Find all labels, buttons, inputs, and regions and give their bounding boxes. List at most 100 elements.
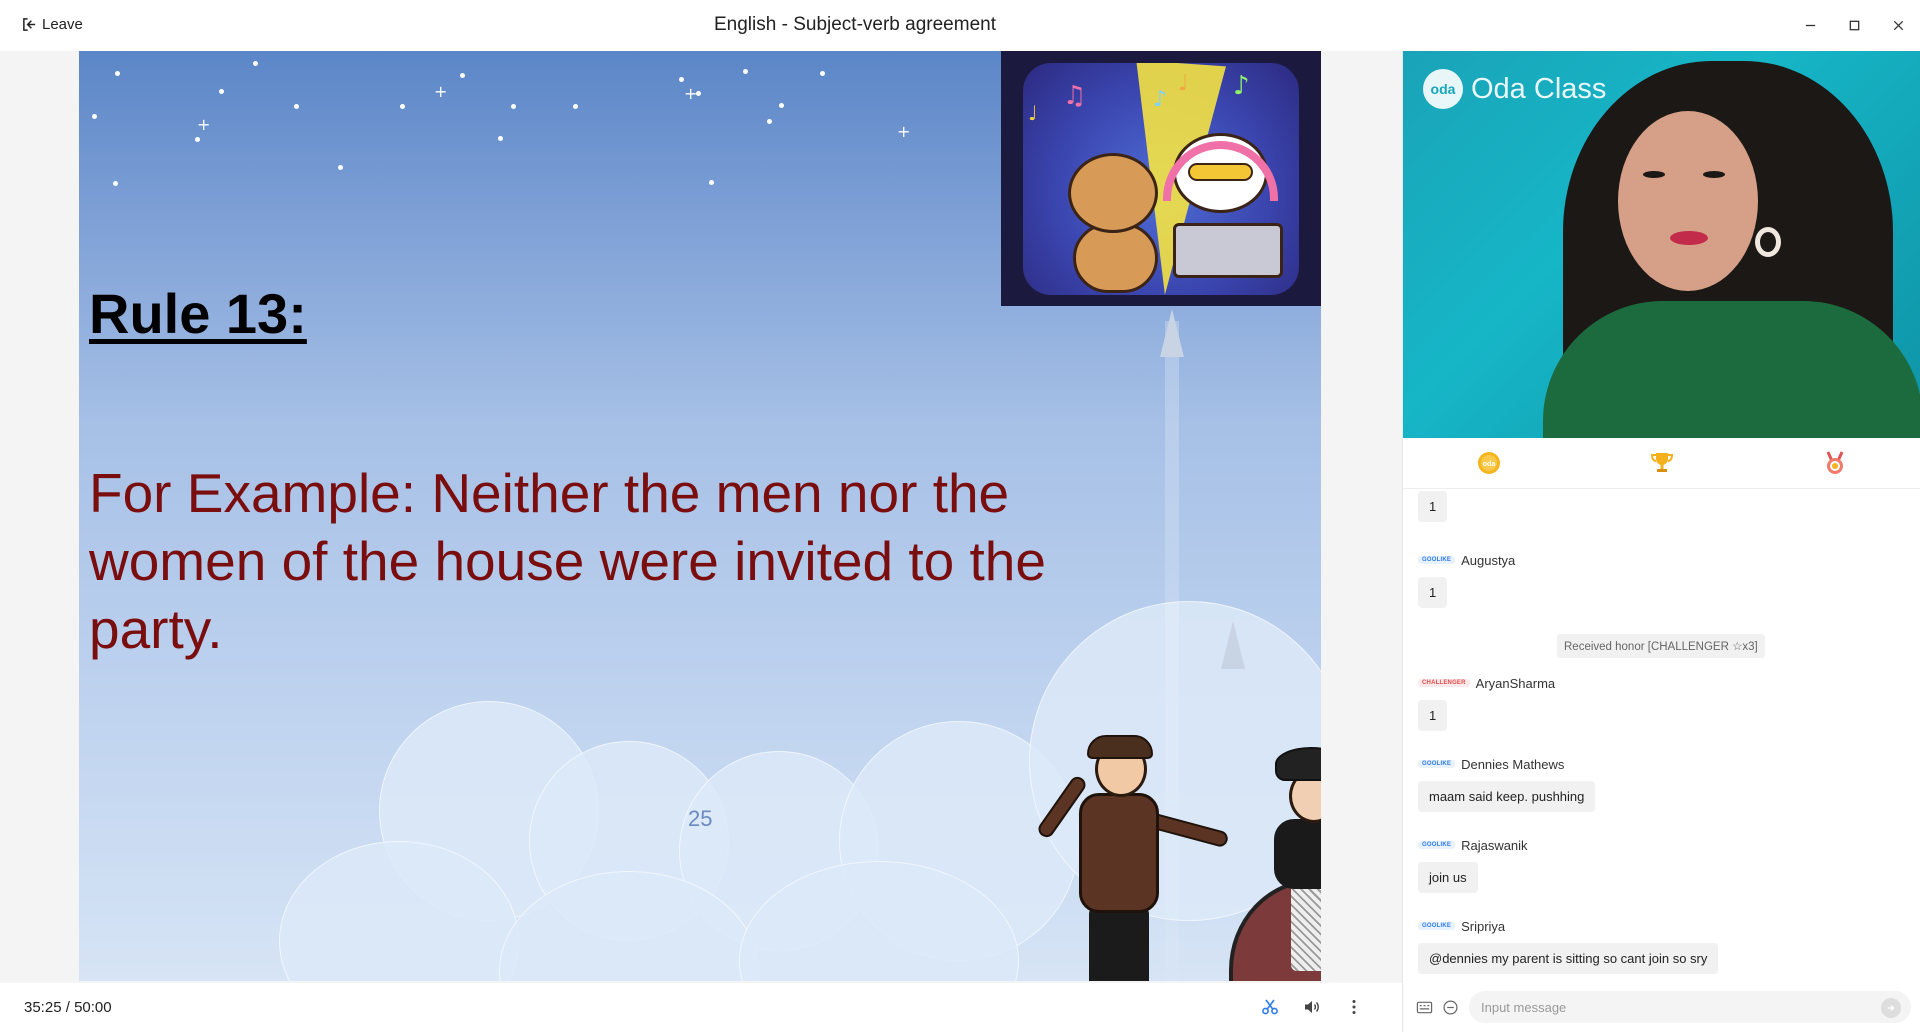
time-elapsed: 35:25 bbox=[24, 999, 62, 1016]
honor-tab[interactable] bbox=[1815, 443, 1855, 483]
send-icon bbox=[1887, 1005, 1895, 1011]
screenshot-button[interactable] bbox=[1258, 995, 1282, 1019]
chat-message-header: GOOLIKE Sripriya bbox=[1418, 917, 1718, 935]
chat-bubble: 1 bbox=[1418, 577, 1448, 608]
star-decoration bbox=[679, 77, 684, 82]
user-rank-badge: GOOLIKE bbox=[1418, 922, 1456, 930]
man-hat bbox=[1087, 735, 1153, 759]
time-total: 50:00 bbox=[74, 999, 112, 1016]
star-decoration bbox=[498, 136, 503, 141]
scissors-icon bbox=[1262, 999, 1278, 1015]
chat-username: Rajaswanik bbox=[1461, 837, 1528, 853]
teacher-face bbox=[1618, 111, 1758, 291]
oda-class-logo-text: Oda Class bbox=[1471, 72, 1607, 105]
rocket-icon bbox=[1221, 621, 1245, 669]
sparkle-icon: + bbox=[684, 84, 698, 103]
chat-list[interactable]: 1 GOOLIKE Augustya 1 Received honor [CHA… bbox=[1403, 489, 1920, 979]
bear-character bbox=[1073, 223, 1158, 293]
oda-coin-icon: oda bbox=[1478, 452, 1501, 474]
user-rank-badge: GOOLIKE bbox=[1418, 841, 1456, 849]
send-button[interactable] bbox=[1881, 998, 1901, 1018]
chat-message: GOOLIKE Dennies Mathews maam said keep. … bbox=[1418, 755, 1596, 812]
volume-button[interactable] bbox=[1300, 995, 1324, 1019]
chat-message-header: GOOLIKE Dennies Mathews bbox=[1418, 755, 1595, 773]
teacher-eye bbox=[1643, 171, 1665, 178]
chat-message: CHALLENGER AryanSharma 1 bbox=[1418, 674, 1555, 731]
teacher-video: oda Oda Class bbox=[1403, 51, 1920, 438]
rocket-trail bbox=[1165, 321, 1179, 981]
emoji-button[interactable] bbox=[1440, 997, 1460, 1017]
chat-message-header: CHALLENGER AryanSharma bbox=[1418, 674, 1555, 692]
dj-deck bbox=[1173, 223, 1283, 278]
chat-bubble-icon bbox=[1442, 999, 1458, 1015]
chat-message: GOOLIKE Augustya 1 bbox=[1418, 551, 1515, 608]
star-decoration bbox=[573, 104, 578, 109]
chat-username: Augustya bbox=[1461, 552, 1516, 568]
star-decoration bbox=[511, 104, 516, 109]
star-decoration bbox=[113, 181, 118, 186]
close-button[interactable] bbox=[1878, 6, 1918, 46]
star-decoration bbox=[709, 180, 714, 185]
window-title: English - Subject-verb agreement bbox=[714, 14, 996, 35]
star-decoration bbox=[253, 61, 258, 66]
chat-bubble: 1 bbox=[1418, 491, 1448, 522]
star-decoration bbox=[294, 104, 299, 109]
star-decoration bbox=[338, 165, 343, 170]
music-note-icon: ♫ bbox=[1063, 81, 1087, 111]
star-decoration bbox=[115, 71, 120, 76]
teacher-saree bbox=[1543, 301, 1920, 438]
dj-animation-frame: ♫ ♩ ♪ ♩ ♪ bbox=[1023, 63, 1299, 295]
music-note-icon: ♩ bbox=[1178, 71, 1189, 96]
chat-message-header: GOOLIKE Rajaswanik bbox=[1418, 836, 1528, 854]
time-separator: / bbox=[65, 999, 70, 1016]
man-body bbox=[1079, 793, 1159, 913]
star-decoration bbox=[743, 69, 748, 74]
minimize-button[interactable] bbox=[1790, 6, 1830, 46]
music-note-icon: ♪ bbox=[1153, 87, 1168, 112]
right-panel: oda Oda Class oda 1 GOOLIKE Augustya 1 R… bbox=[1402, 51, 1920, 1032]
star-decoration bbox=[195, 137, 200, 142]
user-rank-badge: CHALLENGER bbox=[1418, 679, 1470, 687]
quick-reply-button[interactable] bbox=[1414, 997, 1434, 1017]
man-legs bbox=[1089, 906, 1149, 981]
more-options-button[interactable] bbox=[1342, 995, 1366, 1019]
close-icon bbox=[1893, 20, 1903, 31]
rocket-icon bbox=[1160, 309, 1184, 357]
oda-class-watermark: oda Oda Class bbox=[1423, 69, 1606, 109]
user-rank-badge: GOOLIKE bbox=[1418, 556, 1456, 564]
keyboard-card-icon bbox=[1416, 1001, 1432, 1013]
playback-controls bbox=[1258, 995, 1366, 1019]
chat-username: Sripriya bbox=[1461, 918, 1506, 934]
title-bar: Leave English - Subject-verb agreement bbox=[0, 0, 1920, 51]
chat-username: AryanSharma bbox=[1475, 675, 1556, 691]
medal-icon bbox=[1826, 451, 1844, 474]
woman-apron bbox=[1291, 881, 1321, 971]
star-decoration bbox=[92, 114, 97, 119]
music-note-icon: ♪ bbox=[1233, 71, 1250, 101]
message-input[interactable] bbox=[1469, 991, 1911, 1023]
woman-body bbox=[1274, 819, 1321, 889]
teacher-lips bbox=[1670, 231, 1708, 245]
chat-bubble: 1 bbox=[1418, 700, 1448, 731]
teacher-earring bbox=[1755, 227, 1781, 257]
star-decoration bbox=[400, 104, 405, 109]
class-timer: 35:25 / 50:00 bbox=[24, 999, 112, 1016]
leaderboard-tab[interactable] bbox=[1642, 443, 1682, 483]
maximize-button[interactable] bbox=[1834, 6, 1874, 46]
chat-tab[interactable]: oda bbox=[1469, 443, 1509, 483]
star-decoration bbox=[820, 71, 825, 76]
window-controls bbox=[1790, 0, 1920, 51]
teacher-eye bbox=[1703, 171, 1725, 178]
svg-text:oda: oda bbox=[1483, 461, 1496, 468]
chat-bubble: join us bbox=[1418, 862, 1478, 893]
star-decoration bbox=[779, 103, 784, 108]
minimize-icon bbox=[1805, 24, 1815, 27]
star-decoration bbox=[767, 119, 772, 124]
bear-head bbox=[1068, 153, 1158, 233]
chat-message-header: GOOLIKE Augustya bbox=[1418, 551, 1515, 569]
chat-message: GOOLIKE Sripriya @dennies my parent is s… bbox=[1418, 917, 1719, 974]
more-vertical-icon bbox=[1352, 1000, 1356, 1014]
system-message: Received honor [CHALLENGER ☆x3] bbox=[1557, 634, 1765, 658]
volume-icon bbox=[1305, 1001, 1319, 1013]
slide-page-number: 25 bbox=[688, 806, 713, 831]
